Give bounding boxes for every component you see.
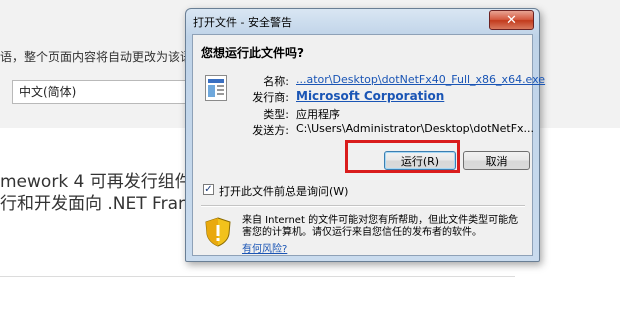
dialog-question: 您想运行此文件吗?	[201, 46, 304, 60]
dialog-separator	[201, 205, 525, 207]
from-row: 发送方: C:\Users\Administrator\Desktop\dotN…	[193, 122, 535, 138]
type-value: 应用程序	[296, 108, 340, 121]
always-ask-label[interactable]: 打开此文件前总是询问(W)	[219, 183, 348, 199]
from-label: 发送方:	[252, 124, 289, 137]
from-value: C:\Users\Administrator\Desktop\dotNetFx.…	[296, 122, 535, 135]
publisher-row: 发行商: Microsoft Corporation	[193, 89, 533, 105]
security-shield-icon	[205, 217, 231, 247]
close-icon: ✕	[506, 12, 517, 28]
close-button[interactable]: ✕	[489, 10, 534, 30]
publisher-label: 发行商:	[252, 91, 289, 104]
publisher-link[interactable]: Microsoft Corporation	[296, 89, 444, 103]
always-ask-checkbox[interactable]: ✓	[203, 184, 214, 195]
run-button-highlight	[345, 140, 460, 173]
page-divider	[0, 276, 515, 277]
type-row: 类型: 应用程序	[193, 106, 533, 122]
cancel-button[interactable]: 取消	[463, 151, 530, 170]
type-label: 类型:	[263, 108, 289, 121]
file-name-link[interactable]: ...ator\Desktop\dotNetFx40_Full_x86_x64.…	[296, 73, 545, 86]
what-is-risk-link[interactable]: 有何风险?	[242, 240, 287, 255]
download-description-line-2: 行和开发面向 .NET Fran	[0, 194, 189, 214]
security-warning-text: 来自 Internet 的文件可能对您有所帮助，但此文件类型可能危害您的计算机。…	[242, 215, 519, 238]
dialog-title: 打开文件 - 安全警告	[193, 16, 292, 29]
dialog-titlebar[interactable]: 打开文件 - 安全警告 ✕	[186, 9, 539, 33]
language-select[interactable]: 中文(简体)	[12, 80, 202, 104]
name-label: 名称:	[263, 75, 289, 88]
security-warning-dialog: 打开文件 - 安全警告 ✕ 您想运行此文件吗? 名称: ...ator\Desk…	[185, 8, 545, 262]
name-row: 名称: ...ator\Desktop\dotNetFx40_Full_x86_…	[193, 73, 545, 89]
language-instruction: 语，整个页面内容将自动更改为该语言	[0, 50, 205, 64]
